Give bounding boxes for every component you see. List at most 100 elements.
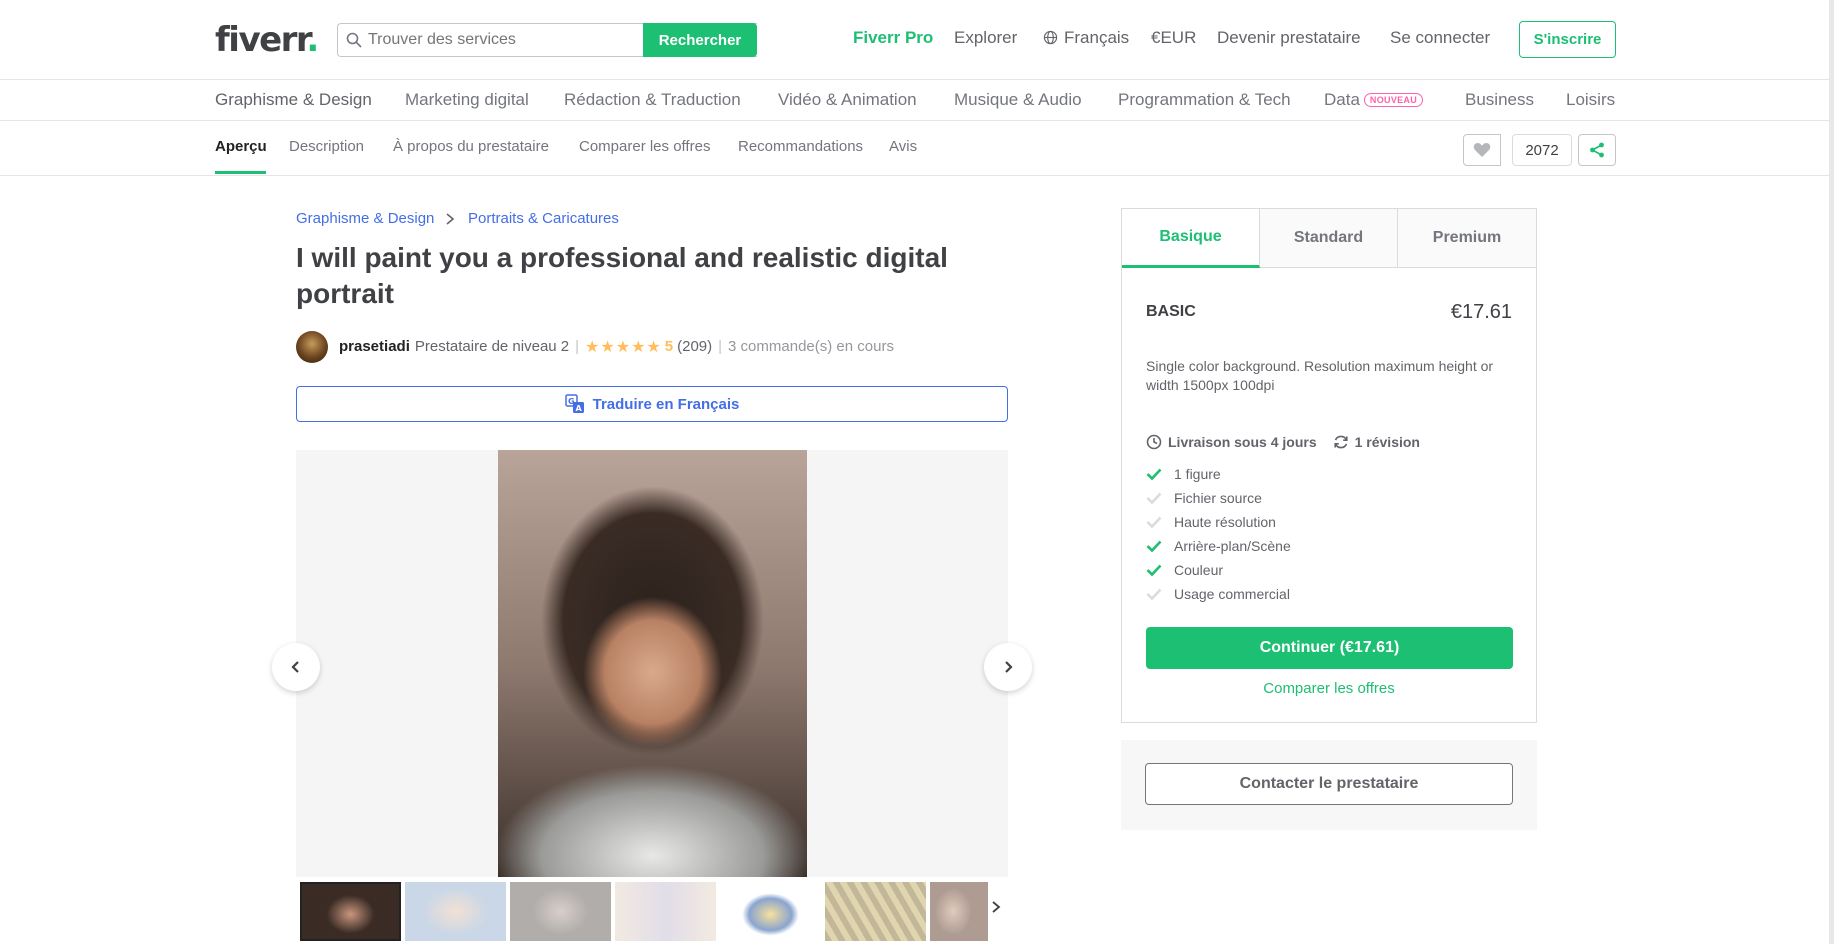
check-icon [1146, 540, 1162, 552]
become-seller-link[interactable]: Devenir prestataire [1217, 28, 1361, 48]
package-name: BASIC [1146, 303, 1196, 320]
explore-link[interactable]: Explorer [954, 28, 1017, 48]
gallery-thumbnails [300, 882, 992, 941]
package-feature: Fichier source [1146, 490, 1262, 506]
compare-packages-link[interactable]: Comparer les offres [1122, 680, 1536, 697]
tab-overview[interactable]: Aperçu [215, 138, 267, 155]
clock-icon [1146, 434, 1162, 450]
tab-recommendations[interactable]: Recommandations [738, 138, 863, 155]
delivery-time: Livraison sous 4 jours [1168, 434, 1317, 450]
gallery-prev-button[interactable] [272, 643, 320, 691]
category-menu: Graphisme & Design Marketing digital Réd… [0, 80, 1834, 121]
package-tab-standard[interactable]: Standard [1260, 209, 1398, 268]
rating-stars: ★★★★★ [585, 338, 662, 356]
currency-selector[interactable]: €EUR [1151, 28, 1196, 48]
chevron-right-icon [446, 213, 455, 225]
package-panel: Basique Standard Premium BASIC €17.61 Si… [1121, 208, 1537, 723]
search-icon [346, 32, 362, 48]
top-header: fiverr. Rechercher Fiverr Pro Explorer F… [0, 0, 1834, 80]
category-programming-tech[interactable]: Programmation & Tech [1118, 90, 1291, 110]
thumbnail[interactable] [825, 882, 926, 941]
revision-icon [1334, 435, 1348, 449]
revision-count: 1 révision [1354, 434, 1420, 450]
continue-button[interactable]: Continuer (€17.61) [1146, 627, 1513, 669]
check-icon [1146, 492, 1162, 504]
thumbnail[interactable] [300, 882, 401, 941]
thumbnail[interactable] [615, 882, 716, 941]
chevron-right-icon [1005, 661, 1013, 673]
category-writing-translation[interactable]: Rédaction & Traduction [564, 90, 741, 110]
check-icon [1146, 588, 1162, 600]
check-icon [1146, 468, 1162, 480]
tab-description[interactable]: Description [289, 138, 364, 155]
seller-name[interactable]: prasetiadi [339, 338, 410, 355]
category-video-animation[interactable]: Vidéo & Animation [778, 90, 917, 110]
seller-level: Prestataire de niveau 2 [414, 338, 570, 355]
feature-label: Fichier source [1174, 490, 1262, 506]
join-button[interactable]: S'inscrire [1519, 21, 1616, 58]
fiverr-logo[interactable]: fiverr. [215, 20, 319, 60]
seller-avatar[interactable] [296, 330, 328, 363]
package-description: Single color background. Resolution maxi… [1146, 358, 1494, 393]
share-icon [1590, 142, 1604, 158]
breadcrumb-portraits[interactable]: Portraits & Caricatures [468, 210, 619, 227]
new-badge: NOUVEAU [1363, 93, 1424, 107]
gig-title: I will paint you a professional and real… [296, 242, 948, 309]
save-button[interactable] [1463, 134, 1501, 166]
feature-label: Usage commercial [1174, 586, 1290, 602]
translate-label: Traduire en Français [592, 395, 740, 413]
thumbnail[interactable] [510, 882, 611, 941]
chevron-left-icon [291, 661, 299, 673]
package-price: €17.61 [1450, 301, 1512, 323]
category-data-label: Data [1324, 90, 1360, 109]
chevron-right-icon[interactable] [990, 900, 1002, 914]
feature-label: Haute résolution [1174, 514, 1276, 530]
likes-count: 2072 [1512, 134, 1572, 166]
gig-gallery [296, 450, 1008, 877]
feature-label: 1 figure [1174, 466, 1221, 482]
check-icon [1146, 564, 1162, 576]
category-music-audio[interactable]: Musique & Audio [954, 90, 1082, 110]
package-feature: Haute résolution [1146, 514, 1276, 530]
package-tab-basic[interactable]: Basique [1122, 209, 1260, 268]
orders-in-queue: 3 commande(s) en cours [728, 338, 894, 355]
breadcrumb-graphic-design[interactable]: Graphisme & Design [296, 210, 434, 227]
language-label: Français [1064, 28, 1130, 47]
language-selector[interactable]: Français [1043, 28, 1129, 48]
divider: | [575, 338, 580, 355]
share-button[interactable] [1578, 134, 1616, 166]
svg-text:A: A [575, 404, 582, 413]
package-tab-premium[interactable]: Premium [1398, 209, 1536, 268]
sign-in-link[interactable]: Se connecter [1390, 28, 1490, 48]
package-delivery-info: Livraison sous 4 jours 1 révision [1146, 434, 1420, 450]
globe-icon [1043, 30, 1058, 45]
package-feature: 1 figure [1146, 466, 1221, 482]
thumbnail[interactable] [720, 882, 821, 941]
rating-score: 5 [664, 338, 674, 355]
review-count[interactable]: (209) [677, 338, 712, 355]
thumbnail[interactable] [405, 882, 506, 941]
translate-icon: GA [564, 394, 584, 413]
tab-about-seller[interactable]: À propos du prestataire [393, 138, 549, 155]
package-feature: Usage commercial [1146, 586, 1290, 602]
gallery-main-image[interactable] [498, 450, 807, 877]
category-lifestyle[interactable]: Loisirs [1566, 90, 1615, 110]
divider: | [718, 338, 723, 355]
fiverr-pro-link[interactable]: Fiverr Pro [853, 28, 933, 48]
translate-button[interactable]: GA Traduire en Français [296, 386, 1008, 422]
feature-label: Couleur [1174, 562, 1224, 578]
category-business[interactable]: Business [1465, 90, 1534, 110]
category-graphic-design[interactable]: Graphisme & Design [215, 90, 372, 110]
tab-reviews[interactable]: Avis [889, 138, 917, 155]
feature-label: Arrière-plan/Scène [1174, 538, 1291, 554]
thumbnail[interactable] [930, 882, 988, 941]
gallery-next-button[interactable] [984, 643, 1032, 691]
tab-compare-packages[interactable]: Comparer les offres [579, 138, 710, 155]
page-scrollbar[interactable] [1829, 0, 1834, 944]
contact-seller-button[interactable]: Contacter le prestataire [1145, 763, 1513, 805]
seller-overview: prasetiadi Prestataire de niveau 2 | ★★★… [296, 330, 894, 363]
search-button[interactable]: Rechercher [643, 23, 757, 57]
category-digital-marketing[interactable]: Marketing digital [405, 90, 529, 110]
contact-seller-section: Contacter le prestataire [1121, 740, 1537, 830]
category-data[interactable]: Data NOUVEAU [1324, 90, 1424, 110]
